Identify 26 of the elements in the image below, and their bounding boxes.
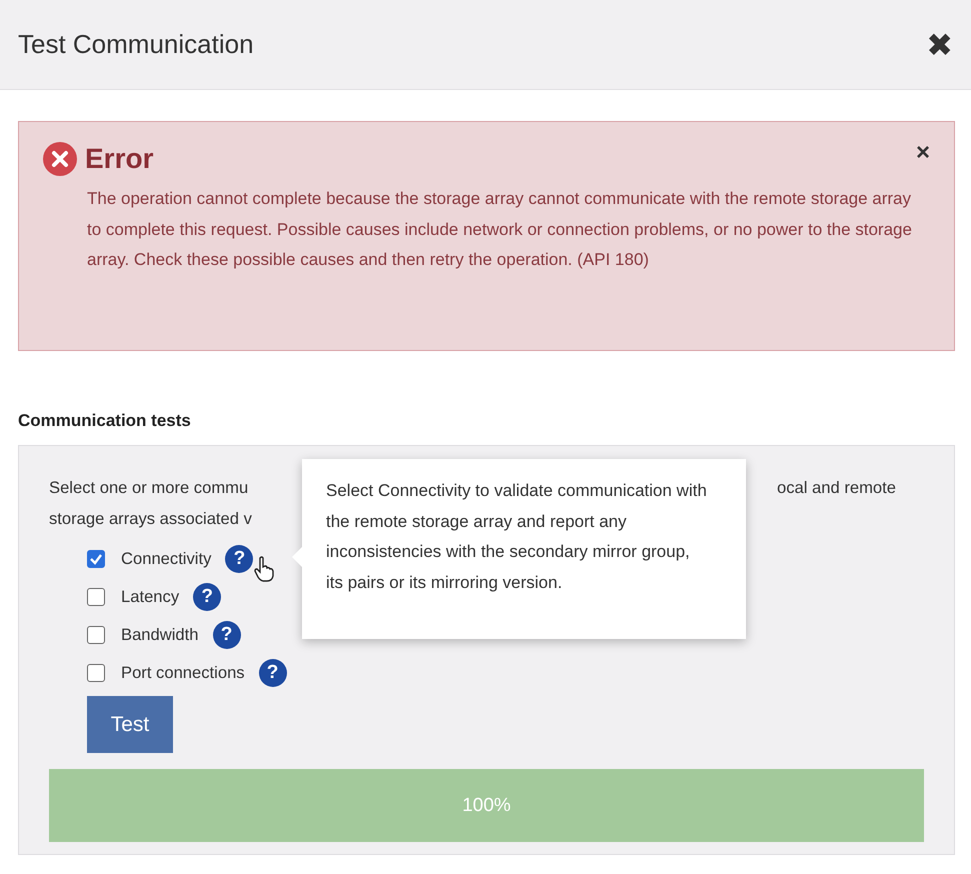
tooltip-text: Select Connectivity to validate communication with the remote storage array and report any inconsistencies with the secondary mirror group, its pairs or its mirroring version. — [326, 480, 708, 594]
error-message: The operation cannot complete because the storage array cannot communicate with the remote storage array to complete this request. Possible causes include network or connection problems, or no power to the storage array. Check these possible causes and then retry the operation. (API 180) — [87, 188, 913, 271]
help-button[interactable]: ? — [258, 659, 287, 687]
error-title: Error — [85, 143, 154, 175]
help-button[interactable]: ? — [225, 545, 254, 573]
close-button[interactable]: ✖ — [926, 26, 953, 64]
checkbox[interactable] — [87, 626, 105, 644]
intro-text: ocal and remote — [777, 477, 896, 499]
hand-cursor-icon — [253, 556, 275, 582]
intro-text: storage arrays associated v — [49, 508, 252, 530]
section-heading: Communication tests — [18, 411, 192, 431]
test-button[interactable]: Test — [87, 696, 173, 753]
dismiss-button[interactable]: × — [916, 139, 930, 167]
checkbox-label: Connectivity — [121, 549, 212, 569]
progress-reading: 100% — [462, 794, 511, 816]
checkbox-label: Latency — [121, 587, 180, 607]
intro-text: Select one or more commu — [49, 477, 248, 499]
checkbox[interactable] — [87, 550, 105, 568]
checkbox[interactable] — [87, 588, 105, 606]
checkbox[interactable] — [87, 664, 105, 682]
checkbox-label: Bandwidth — [121, 625, 198, 645]
dialog-title: Test Communication — [18, 29, 254, 60]
checkbox-label: Port connections — [121, 663, 245, 683]
error-icon — [43, 142, 77, 176]
help-button[interactable]: ? — [193, 583, 222, 611]
help-button[interactable]: ? — [212, 621, 240, 649]
